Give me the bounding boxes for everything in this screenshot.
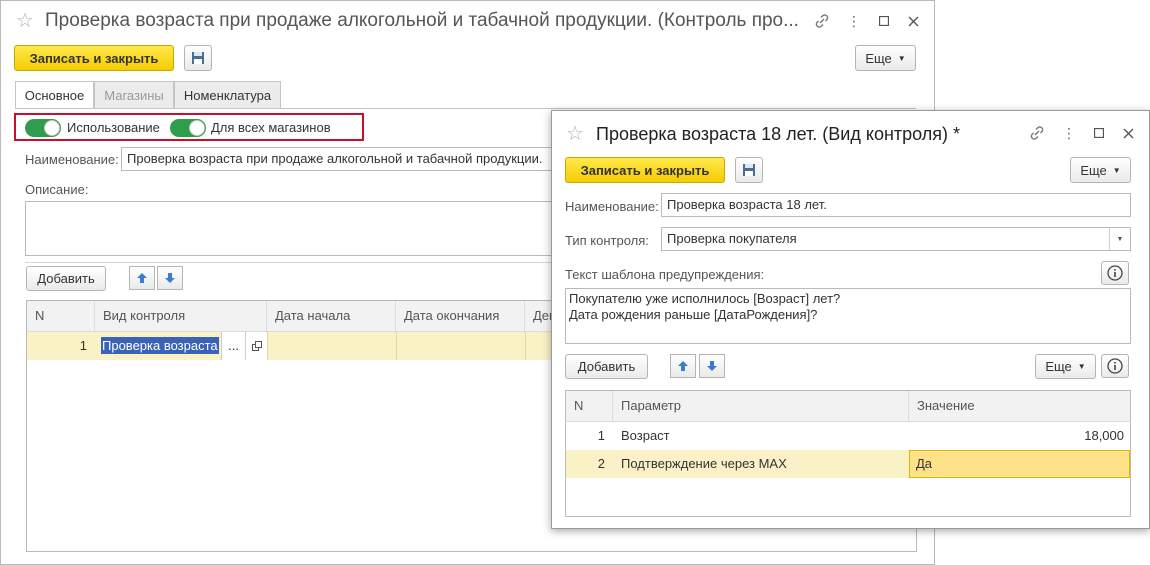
more-label: Еще bbox=[1045, 359, 1072, 374]
dropdown-arrow-icon[interactable]: ▼ bbox=[1109, 228, 1130, 250]
template-line-2: Дата рождения раньше [ДатаРождения]? bbox=[569, 307, 818, 322]
template-info-button[interactable] bbox=[1101, 261, 1129, 285]
dialog-move-up-button[interactable] bbox=[670, 354, 696, 378]
all-stores-toggle[interactable] bbox=[170, 119, 206, 137]
value-cell: 18,000 bbox=[1084, 428, 1124, 443]
arrow-up-icon bbox=[678, 361, 688, 371]
tab-main[interactable]: Основное bbox=[15, 81, 94, 109]
chevron-down-icon: ▼ bbox=[897, 53, 906, 63]
star-icon[interactable]: ☆ bbox=[566, 124, 584, 144]
floppy-icon bbox=[743, 164, 755, 176]
more-vertical-icon[interactable]: ⋮ bbox=[845, 12, 863, 30]
parameter-cell: Подтверждение через MAX bbox=[621, 456, 787, 471]
description-label: Описание: bbox=[25, 182, 89, 197]
table-row[interactable]: 2 Подтверждение через MAX Да bbox=[566, 450, 1130, 478]
table-header: N Параметр Значение bbox=[566, 391, 1130, 422]
name-label: Наименование: bbox=[25, 152, 119, 167]
row-number: 2 bbox=[597, 456, 605, 471]
table-info-button[interactable] bbox=[1101, 354, 1129, 378]
dialog-name-label: Наименование: bbox=[565, 199, 659, 214]
dialog-window: ☆ Проверка возраста 18 лет. (Вид контрол… bbox=[551, 110, 1150, 529]
star-icon[interactable]: ☆ bbox=[16, 11, 34, 31]
maximize-icon[interactable] bbox=[1090, 124, 1108, 142]
template-text-area[interactable]: Покупателю уже исполнилось [Возраст] лет… bbox=[565, 288, 1131, 344]
save-button[interactable] bbox=[184, 45, 212, 71]
main-title: Проверка возраста при продаже алкогольно… bbox=[45, 10, 799, 31]
add-button[interactable]: Добавить bbox=[26, 266, 106, 291]
col-n[interactable]: N bbox=[27, 301, 95, 331]
usage-toggle-label: Использование bbox=[67, 120, 160, 135]
floppy-icon bbox=[192, 52, 204, 64]
chevron-down-icon: ▼ bbox=[1112, 165, 1121, 175]
open-icon bbox=[251, 341, 262, 351]
usage-toggle[interactable] bbox=[25, 119, 61, 137]
maximize-icon[interactable] bbox=[875, 12, 893, 30]
row-number: 1 bbox=[79, 338, 87, 353]
dialog-add-button[interactable]: Добавить bbox=[565, 354, 648, 379]
control-type-value: Проверка покупателя bbox=[667, 231, 797, 246]
parameters-table: N Параметр Значение 1 Возраст 18,000 2 П… bbox=[565, 390, 1131, 517]
dialog-move-down-button[interactable] bbox=[699, 354, 725, 378]
more-label: Еще bbox=[865, 50, 892, 66]
save-and-close-button[interactable]: Записать и закрыть bbox=[14, 45, 174, 71]
col-n[interactable]: N bbox=[566, 391, 613, 421]
row-separator bbox=[267, 332, 268, 360]
link-icon[interactable] bbox=[1028, 124, 1046, 142]
open-button[interactable] bbox=[245, 332, 267, 360]
tab-nomenclature[interactable]: Номенклатура bbox=[174, 81, 281, 108]
control-type-select[interactable]: Проверка покупателя ▼ bbox=[661, 227, 1131, 251]
dialog-title: Проверка возраста 18 лет. (Вид контроля)… bbox=[596, 124, 961, 144]
row-number: 1 bbox=[597, 428, 605, 443]
more-button[interactable]: Еще ▼ bbox=[855, 45, 916, 71]
dialog-table-more-button[interactable]: Еще ▼ bbox=[1035, 354, 1096, 379]
info-icon bbox=[1107, 265, 1123, 281]
chevron-down-icon: ▼ bbox=[1077, 362, 1086, 371]
arrow-up-icon bbox=[137, 273, 147, 283]
col-end-date[interactable]: Дата окончания bbox=[396, 301, 525, 331]
table-row[interactable]: 1 Возраст 18,000 bbox=[566, 422, 1130, 450]
control-type-label: Тип контроля: bbox=[565, 233, 649, 248]
kind-cell-value: Проверка возраста bbox=[101, 337, 219, 354]
col-kind[interactable]: Вид контроля bbox=[95, 301, 267, 331]
all-stores-toggle-label: Для всех магазинов bbox=[211, 120, 331, 135]
tab-divider bbox=[15, 108, 916, 109]
main-titlebar: ☆ Проверка возраста при продаже алкоголь… bbox=[1, 1, 934, 41]
dialog-name-field[interactable]: Проверка возраста 18 лет. bbox=[661, 193, 1131, 217]
more-label: Еще bbox=[1080, 162, 1107, 178]
more-vertical-icon[interactable]: ⋮ bbox=[1060, 124, 1078, 142]
row-separator bbox=[525, 332, 526, 360]
col-start-date[interactable]: Дата начала bbox=[267, 301, 396, 331]
move-down-button[interactable] bbox=[157, 266, 183, 290]
template-label: Текст шаблона предупреждения: bbox=[565, 267, 765, 282]
dialog-save-button[interactable] bbox=[735, 157, 763, 183]
arrow-down-icon bbox=[707, 361, 717, 371]
col-parameter[interactable]: Параметр bbox=[613, 391, 909, 421]
info-icon bbox=[1107, 358, 1123, 374]
link-icon[interactable] bbox=[813, 12, 831, 30]
value-cell-editing[interactable]: Да bbox=[909, 450, 1130, 478]
template-line-1: Покупателю уже исполнилось [Возраст] лет… bbox=[569, 291, 841, 306]
close-icon[interactable] bbox=[904, 12, 922, 30]
parameter-cell: Возраст bbox=[621, 428, 670, 443]
dialog-save-and-close-button[interactable]: Записать и закрыть bbox=[565, 157, 725, 183]
description-field[interactable] bbox=[25, 201, 565, 256]
row-separator bbox=[396, 332, 397, 360]
arrow-down-icon bbox=[165, 273, 175, 283]
tab-stores[interactable]: Магазины bbox=[94, 81, 174, 108]
close-icon[interactable] bbox=[1119, 124, 1137, 142]
select-button[interactable]: ... bbox=[221, 332, 245, 360]
col-value[interactable]: Значение bbox=[909, 391, 1130, 421]
dialog-titlebar: ☆ Проверка возраста 18 лет. (Вид контрол… bbox=[552, 111, 1149, 151]
move-up-button[interactable] bbox=[129, 266, 155, 290]
dialog-more-button[interactable]: Еще ▼ bbox=[1070, 157, 1131, 183]
name-field[interactable]: Проверка возраста при продаже алкогольно… bbox=[121, 147, 561, 171]
